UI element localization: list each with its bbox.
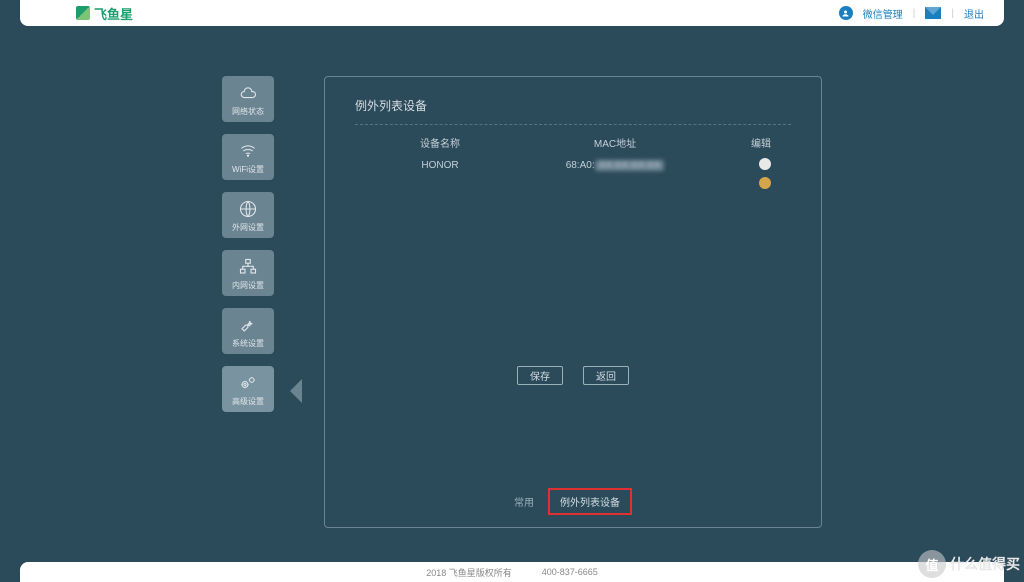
globe-icon [237,198,259,220]
sidebar-item-advanced[interactable]: 高级设置 [222,366,274,412]
footer: 2018 飞鱼星版权所有 400-837-6665 [20,562,1004,582]
sidebar-item-wan[interactable]: 外网设置 [222,192,274,238]
network-icon [237,256,259,278]
watermark: 值 什么值得买 [918,550,1020,578]
support-phone: 400-837-6665 [542,567,598,577]
table-row-add [355,175,791,194]
sidebar-item-label: 外网设置 [232,222,264,233]
col-edit: 编辑 [715,135,781,150]
sidebar-item-lan[interactable]: 内网设置 [222,250,274,296]
sidebar-item-label: 高级设置 [232,396,264,407]
edit-cell [715,158,781,173]
separator: | [951,8,954,19]
topbar: 飞鱼星 微信管理 | | 退出 [20,0,1004,26]
wifi-icon [237,140,259,162]
add-button[interactable] [759,177,771,189]
action-buttons: 保存 返回 [355,366,791,385]
save-button[interactable]: 保存 [517,366,563,385]
topbar-actions: 微信管理 | | 退出 [839,6,984,21]
panel-title: 例外列表设备 [355,97,791,125]
device-name: HONOR [365,160,515,171]
copyright: 2018 飞鱼星版权所有 [426,566,512,579]
sidebar-item-label: 内网设置 [232,280,264,291]
logo-icon [76,6,90,20]
sidebar-item-label: WiFi设置 [232,164,264,175]
table-header: 设备名称 MAC地址 编辑 [355,135,791,156]
mail-icon[interactable] [925,7,941,19]
remove-button[interactable] [759,158,771,170]
brand-logo: 飞鱼星 [76,4,133,23]
wrench-icon [237,314,259,336]
separator: | [913,8,916,19]
pointer-arrow [278,379,302,403]
tab-exception-list[interactable]: 例外列表设备 [548,488,632,515]
sidebar: 网络状态 WiFi设置 外网设置 内网设置 系统设置 [222,76,274,528]
table-row: HONOR 68:A0:XX:XX:XX:XX [355,156,791,175]
watermark-text: 什么值得买 [950,554,1020,574]
back-button[interactable]: 返回 [583,366,629,385]
sidebar-item-network-status[interactable]: 网络状态 [222,76,274,122]
col-mac-address: MAC地址 [515,135,715,150]
brand-text: 飞鱼星 [94,4,133,23]
bottom-tabs: 常用 例外列表设备 [325,488,821,515]
tab-common[interactable]: 常用 [514,494,534,509]
logout-link[interactable]: 退出 [964,6,984,21]
user-icon[interactable] [839,6,853,20]
sidebar-item-label: 系统设置 [232,338,264,349]
main-content: 网络状态 WiFi设置 外网设置 内网设置 系统设置 [0,26,1024,528]
watermark-badge: 值 [918,550,946,578]
sidebar-item-wifi[interactable]: WiFi设置 [222,134,274,180]
wechat-mgmt-link[interactable]: 微信管理 [863,6,903,21]
sidebar-item-label: 网络状态 [232,106,264,117]
cloud-icon [237,82,259,104]
sidebar-item-system[interactable]: 系统设置 [222,308,274,354]
content-panel: 例外列表设备 设备名称 MAC地址 编辑 HONOR 68:A0:XX:XX:X… [324,76,822,528]
gears-icon [237,372,259,394]
device-mac: 68:A0:XX:XX:XX:XX [515,160,715,171]
col-device-name: 设备名称 [365,135,515,150]
